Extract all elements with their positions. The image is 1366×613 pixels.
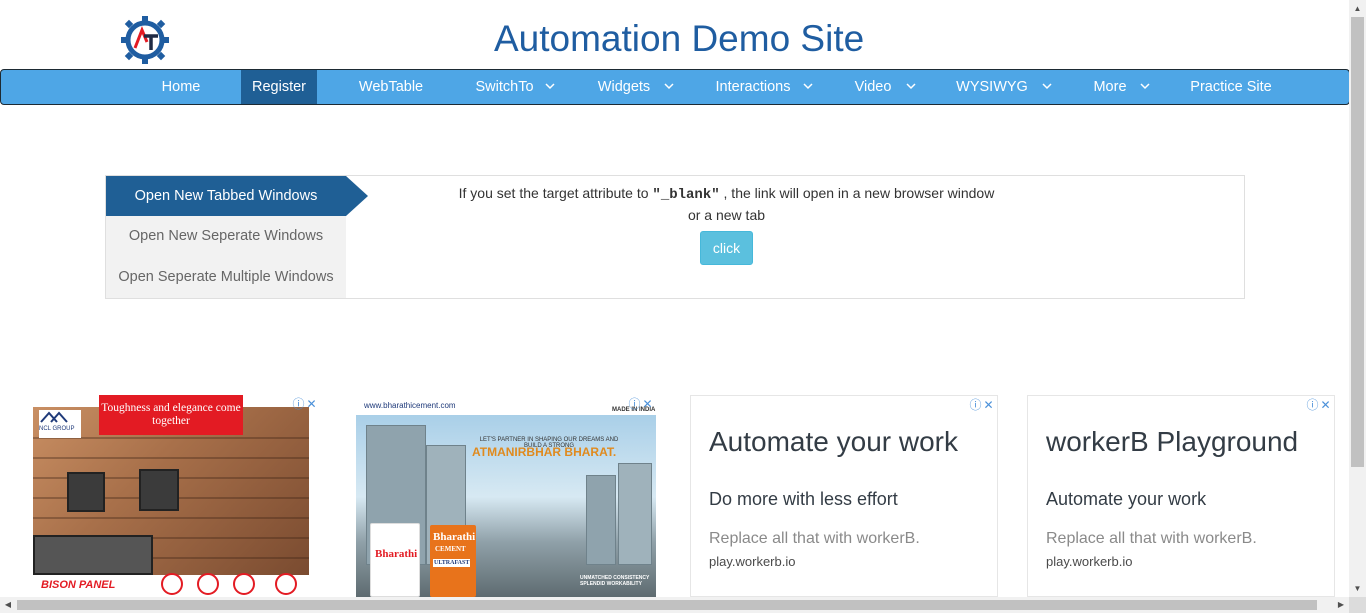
chevron-down-icon[interactable] xyxy=(803,70,813,104)
chevron-down-icon[interactable] xyxy=(545,70,555,104)
cement-bag-orange: Bharathi CEMENT ULTRAFAST xyxy=(430,525,476,597)
ad1-badge-icon xyxy=(197,573,219,595)
tab-open-new-tabbed-windows[interactable]: Open New Tabbed Windows xyxy=(106,176,346,216)
bag-variant: ULTRAFAST xyxy=(433,559,471,567)
windows-tab-list: Open New Tabbed Windows Open New Seperat… xyxy=(106,176,346,298)
close-icon[interactable]: ✕ xyxy=(641,398,654,411)
scroll-down-arrow-icon[interactable]: ▼ xyxy=(1349,580,1366,597)
gear-logo-icon xyxy=(121,16,169,64)
description-line2: or a new tab xyxy=(687,207,766,223)
ad3-headline[interactable]: Automate your work xyxy=(709,426,958,458)
scroll-left-arrow-icon[interactable]: ◀ xyxy=(0,597,16,613)
ad-text-3[interactable]: Automate your work Do more with less eff… xyxy=(690,395,998,597)
ad2-headline: ATMANIRBHAR BHARAT. xyxy=(472,445,617,459)
chevron-down-icon[interactable] xyxy=(1140,70,1150,104)
bag-sub: CEMENT xyxy=(435,545,466,553)
description-suffix: , the link will open in a new browser wi… xyxy=(723,185,995,201)
vertical-scrollbar[interactable]: ▲ ▼ xyxy=(1349,0,1366,597)
nav-switchto[interactable]: SwitchTo xyxy=(467,70,542,104)
vertical-scroll-thumb[interactable] xyxy=(1351,17,1364,467)
site-logo[interactable] xyxy=(120,14,170,66)
tab-content: If you set the target attribute to "_bla… xyxy=(346,176,1244,298)
ad-choices[interactable]: ⓘ ✕ xyxy=(292,397,318,411)
ad4-body: Replace all that with workerB. xyxy=(1046,530,1257,547)
description-prefix: If you set the target attribute to xyxy=(458,185,649,201)
ad1-brand-small: NCL GROUP xyxy=(39,426,75,432)
close-icon[interactable]: ✕ xyxy=(305,398,318,411)
nav-video[interactable]: Video xyxy=(847,70,899,104)
chevron-down-icon[interactable] xyxy=(1042,70,1052,104)
ad-choices[interactable]: ⓘ ✕ xyxy=(628,397,654,411)
bag-brand-white: Bharathi xyxy=(375,548,418,560)
cement-bag-white: Bharathi xyxy=(370,523,420,597)
ncl-group-logo: NCL GROUP xyxy=(39,410,81,438)
ad-banner-1[interactable]: NCL GROUP Toughness and elegance come to… xyxy=(33,395,320,597)
ad1-headline: Toughness and elegance come together xyxy=(99,395,243,435)
ad4-sub: Automate your work xyxy=(1046,489,1207,509)
info-icon[interactable]: ⓘ xyxy=(969,399,982,412)
ad1-bottom-brand: BISON PANEL xyxy=(41,579,116,591)
close-icon[interactable]: ✕ xyxy=(982,399,995,412)
nav-home[interactable]: Home xyxy=(151,70,211,104)
tab-open-seperate-multiple-windows[interactable]: Open Seperate Multiple Windows xyxy=(106,257,346,297)
close-icon[interactable]: ✕ xyxy=(1319,399,1332,412)
ad4-headline[interactable]: workerB Playground xyxy=(1046,426,1298,458)
windows-tab-panel: Open New Tabbed Windows Open New Seperat… xyxy=(105,175,1245,299)
ad3-body: Replace all that with workerB. xyxy=(709,530,920,547)
nav-widgets[interactable]: Widgets xyxy=(589,70,659,104)
horizontal-scrollbar[interactable]: ◀ ▶ xyxy=(0,597,1366,613)
ad4-url[interactable]: play.workerb.io xyxy=(1046,554,1132,569)
ad1-badge-icon xyxy=(275,573,297,595)
ad3-sub: Do more with less effort xyxy=(709,489,898,509)
ad1-badge-icon xyxy=(161,573,183,595)
nav-register[interactable]: Register xyxy=(241,70,317,104)
scrollbar-corner xyxy=(1349,597,1366,613)
tab-description: If you set the target attribute to "_bla… xyxy=(434,183,1019,225)
ad-banner-2[interactable]: www.bharathicement.com LET'S PARTNER IN … xyxy=(356,395,656,597)
ad1-badge-icon xyxy=(233,573,255,595)
scroll-right-arrow-icon[interactable]: ▶ xyxy=(1333,597,1349,613)
info-icon[interactable]: ⓘ xyxy=(292,398,305,411)
nav-wysiwyg[interactable]: WYSIWYG xyxy=(949,70,1035,104)
nav-more[interactable]: More xyxy=(1087,70,1133,104)
info-icon[interactable]: ⓘ xyxy=(628,398,641,411)
nav-interactions[interactable]: Interactions xyxy=(707,70,799,104)
scroll-up-arrow-icon[interactable]: ▲ xyxy=(1349,0,1366,17)
click-button[interactable]: click xyxy=(700,231,753,265)
nav-practice-site[interactable]: Practice Site xyxy=(1181,70,1281,104)
tab-open-new-seperate-windows[interactable]: Open New Seperate Windows xyxy=(106,216,346,256)
site-title: Automation Demo Site xyxy=(494,18,865,59)
nav-webtable[interactable]: WebTable xyxy=(351,70,431,104)
main-navbar: Home Register WebTable SwitchTo Widgets … xyxy=(0,69,1350,105)
ad-choices[interactable]: ⓘ ✕ xyxy=(1306,398,1332,412)
chevron-down-icon[interactable] xyxy=(906,70,916,104)
ad2-url: www.bharathicement.com xyxy=(356,395,656,415)
ad-text-4[interactable]: workerB Playground Automate your work Re… xyxy=(1027,395,1335,597)
ad-choices[interactable]: ⓘ ✕ xyxy=(969,398,995,412)
bag-brand-orange: Bharathi xyxy=(433,531,476,543)
ad1-bottom-strip: BISON PANEL xyxy=(33,573,309,597)
ad2-city-image: LET'S PARTNER IN SHAPING OUR DREAMS AND … xyxy=(356,407,656,597)
horizontal-scroll-thumb[interactable] xyxy=(17,600,1317,610)
ad2-tagline: UNMATCHED CONSISTENCY SPLENDID WORKABILI… xyxy=(580,575,650,587)
ad3-url[interactable]: play.workerb.io xyxy=(709,554,795,569)
chevron-down-icon[interactable] xyxy=(664,70,674,104)
description-code: "_blank" xyxy=(652,187,720,203)
info-icon[interactable]: ⓘ xyxy=(1306,399,1319,412)
